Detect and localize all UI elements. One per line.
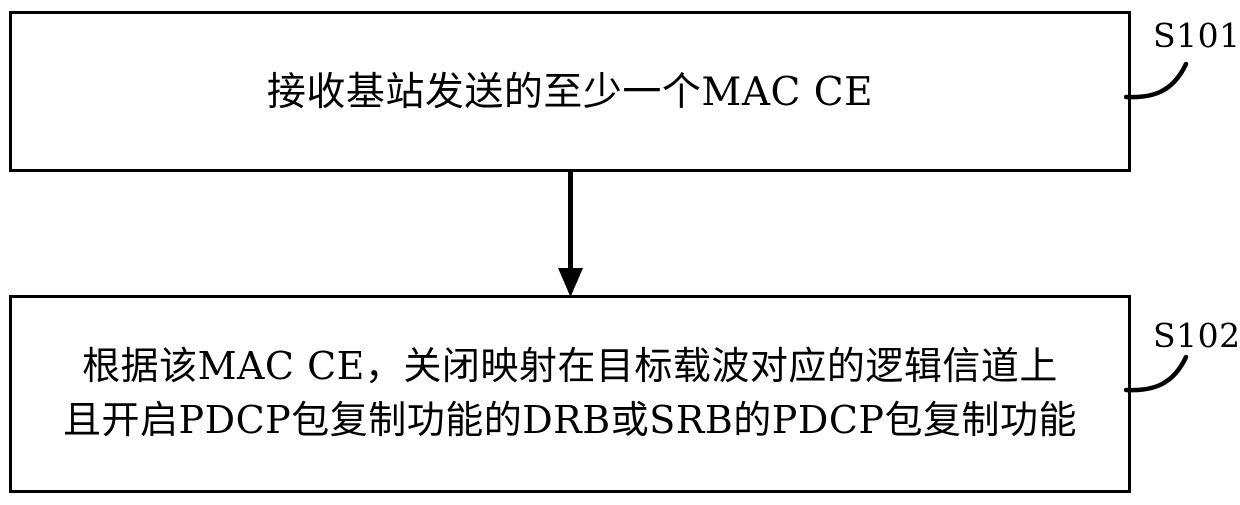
leader-line-s101: [1124, 61, 1189, 100]
process-box-s101-text: 接收基站发送的至少一个MAC CE: [266, 69, 874, 115]
process-box-s102-text: 根据该MAC CE，关闭映射在目标载波对应的逻辑信道上 且开启PDCP包复制功能…: [63, 344, 1077, 442]
step-reference-label-s102: S102: [1153, 316, 1240, 355]
process-box-s102: 根据该MAC CE，关闭映射在目标载波对应的逻辑信道上 且开启PDCP包复制功能…: [9, 295, 1131, 493]
connector-arrow-s101-to-s102: [558, 170, 583, 297]
process-box-s101: 接收基站发送的至少一个MAC CE: [9, 11, 1131, 172]
step-reference-label-s101: S101: [1153, 16, 1240, 55]
flowchart-canvas: 接收基站发送的至少一个MAC CE S101 根据该MAC CE，关闭映射在目标…: [0, 0, 1240, 505]
